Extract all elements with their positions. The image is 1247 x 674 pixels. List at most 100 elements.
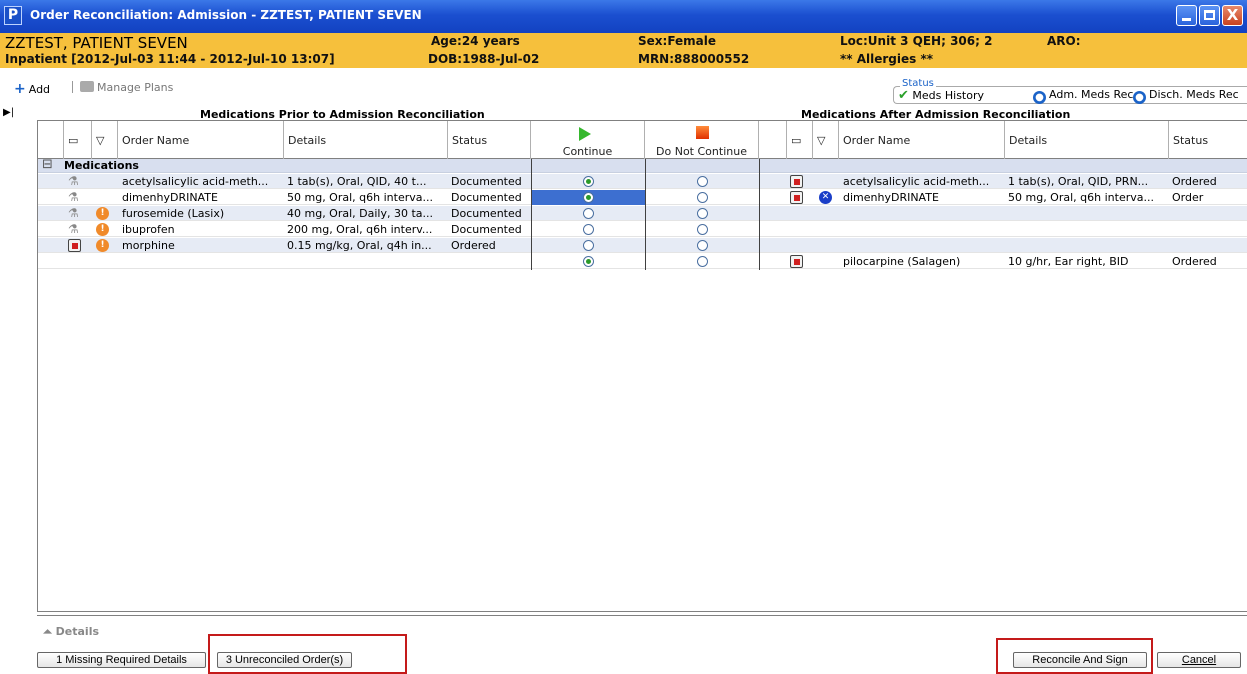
prescription-icon — [790, 255, 803, 268]
order-status: Documented — [451, 223, 522, 236]
details-label: Details — [55, 625, 100, 638]
continue-radio[interactable] — [583, 240, 594, 251]
legend-meds-history: ✔ Meds History — [898, 88, 984, 103]
legend-adm-label: Adm. Meds Rec — [1049, 88, 1134, 101]
unreconciled-warning-icon: ! — [96, 207, 109, 220]
table-row[interactable]: ⚗ ! ibuprofen 200 mg, Oral, q6h interv..… — [38, 222, 1247, 237]
missing-required-details-button[interactable]: 1 Missing Required Details — [37, 652, 206, 668]
do-not-continue-radio[interactable] — [697, 192, 708, 203]
order-status: Documented — [451, 191, 522, 204]
minimize-icon — [1182, 18, 1191, 21]
aro-label: ARO: — [1047, 34, 1081, 48]
info-bullet-icon: ● — [1033, 91, 1046, 104]
order-name: morphine — [122, 239, 175, 252]
order-status-right: Ordered — [1172, 175, 1217, 188]
order-name-right: dimenhyDRINATE — [843, 191, 939, 204]
order-details: 40 mg, Oral, Daily, 30 ta... — [287, 207, 434, 220]
col-continue[interactable]: Continue — [531, 121, 645, 159]
col-flag-right[interactable]: ▽ — [813, 121, 839, 159]
legend-adm-meds-rec: ● Adm. Meds Rec — [1033, 88, 1133, 104]
app-icon: P — [4, 6, 22, 25]
collapse-up-icon: ⏶ — [43, 625, 52, 638]
continue-radio[interactable] — [583, 208, 594, 219]
prescription-icon — [790, 175, 803, 188]
patient-age: Age:24 years — [431, 34, 520, 48]
table-row[interactable]: ⚗ acetylsalicylic acid-meth... 1 tab(s),… — [38, 174, 1247, 189]
do-not-continue-radio[interactable] — [697, 208, 708, 219]
order-status-right: Ordered — [1172, 255, 1217, 268]
continue-radio[interactable] — [583, 256, 594, 267]
col-order-name-right[interactable]: Order Name — [839, 121, 1005, 159]
collapse-arrow-icon[interactable]: ▶| — [3, 107, 14, 118]
plus-icon: + — [14, 81, 26, 97]
highlight-box-unreconciled — [208, 634, 407, 674]
order-details: 200 mg, Oral, q6h interv... — [287, 223, 433, 236]
add-button[interactable]: + Add — [14, 81, 50, 97]
discontinued-icon: ✕ — [819, 191, 832, 204]
col-status[interactable]: Status — [448, 121, 531, 159]
table-row[interactable]: ⚗ dimenhyDRINATE 50 mg, Oral, q6h interv… — [38, 190, 1247, 205]
col-doc-icon-right[interactable]: ▭ — [787, 121, 813, 159]
cancel-button[interactable]: Cancel — [1157, 652, 1241, 668]
allergies-link[interactable]: ** Allergies ** — [840, 52, 933, 66]
order-name-header: Order Name — [122, 134, 190, 147]
toolbar-divider — [72, 81, 73, 93]
documented-med-icon: ⚗ — [68, 190, 79, 204]
reconciliation-grid: ▭ ▽ Order Name Details Status Continue D… — [37, 120, 1247, 612]
order-status: Ordered — [451, 239, 496, 252]
order-details: 1 tab(s), Oral, QID, 40 t... — [287, 175, 427, 188]
do-not-continue-radio[interactable] — [697, 224, 708, 235]
prescription-icon — [790, 191, 803, 204]
continue-radio[interactable] — [583, 192, 594, 203]
unreconciled-warning-icon: ! — [96, 239, 109, 252]
minimize-button[interactable] — [1176, 5, 1197, 26]
document-icon: ▭ — [791, 134, 802, 147]
prescription-icon — [68, 239, 81, 252]
highlight-box-reconcile — [996, 638, 1153, 674]
documented-med-icon: ⚗ — [68, 222, 79, 236]
manage-plans-icon — [80, 81, 94, 92]
flag-icon: ▽ — [817, 134, 826, 147]
details-header-right: Details — [1009, 134, 1048, 147]
column-divider — [645, 159, 646, 270]
column-divider — [759, 159, 760, 270]
order-name-header-right: Order Name — [843, 134, 911, 147]
col-do-not-continue[interactable]: Do Not Continue — [645, 121, 759, 159]
grid-header: ▭ ▽ Order Name Details Status Continue D… — [38, 121, 1247, 159]
continue-radio[interactable] — [583, 224, 594, 235]
do-not-continue-radio[interactable] — [697, 256, 708, 267]
maximize-button[interactable] — [1199, 5, 1220, 26]
table-row[interactable]: pilocarpine (Salagen) 10 g/hr, Ear right… — [38, 254, 1247, 269]
details-toggle[interactable]: ⏶ Details — [43, 625, 99, 639]
manage-plans-label: Manage Plans — [97, 81, 174, 94]
col-details[interactable]: Details — [284, 121, 448, 159]
col-flag[interactable]: ▽ — [92, 121, 118, 159]
col-spacer — [759, 121, 787, 159]
patient-dob: DOB:1988-Jul-02 — [428, 52, 540, 66]
table-row[interactable]: ! morphine 0.15 mg/kg, Oral, q4h in... O… — [38, 238, 1247, 253]
info-bullet-icon: ● — [1133, 91, 1146, 104]
documented-med-icon: ⚗ — [68, 174, 79, 188]
maximize-icon — [1204, 10, 1215, 20]
col-doc-icon[interactable]: ▭ — [64, 121, 92, 159]
do-not-continue-radio[interactable] — [697, 240, 708, 251]
close-button[interactable]: X — [1222, 5, 1243, 26]
col-status-right[interactable]: Status — [1169, 121, 1247, 159]
patient-banner: ZZTEST, PATIENT SEVEN Inpatient [2012-Ju… — [0, 33, 1247, 68]
patient-mrn: MRN:888000552 — [638, 52, 750, 66]
flag-icon: ▽ — [96, 134, 105, 147]
col-details-right[interactable]: Details — [1005, 121, 1169, 159]
col-order-name[interactable]: Order Name — [118, 121, 284, 159]
table-row[interactable]: ⚗ ! furosemide (Lasix) 40 mg, Oral, Dail… — [38, 206, 1247, 221]
stop-icon — [696, 126, 709, 139]
collapse-minus-icon[interactable]: ⊟ — [42, 157, 53, 172]
continue-radio[interactable] — [583, 176, 594, 187]
manage-plans-button[interactable]: Manage Plans — [80, 81, 173, 94]
group-label: Medications — [64, 159, 139, 172]
group-row-medications[interactable]: ⊟ Medications — [38, 157, 1247, 173]
order-name-right: pilocarpine (Salagen) — [843, 255, 961, 268]
col-expander — [38, 121, 64, 159]
patient-location: Loc:Unit 3 QEH; 306; 2 — [840, 34, 993, 48]
do-not-continue-radio[interactable] — [697, 176, 708, 187]
patient-sex: Sex:Female — [638, 34, 717, 48]
